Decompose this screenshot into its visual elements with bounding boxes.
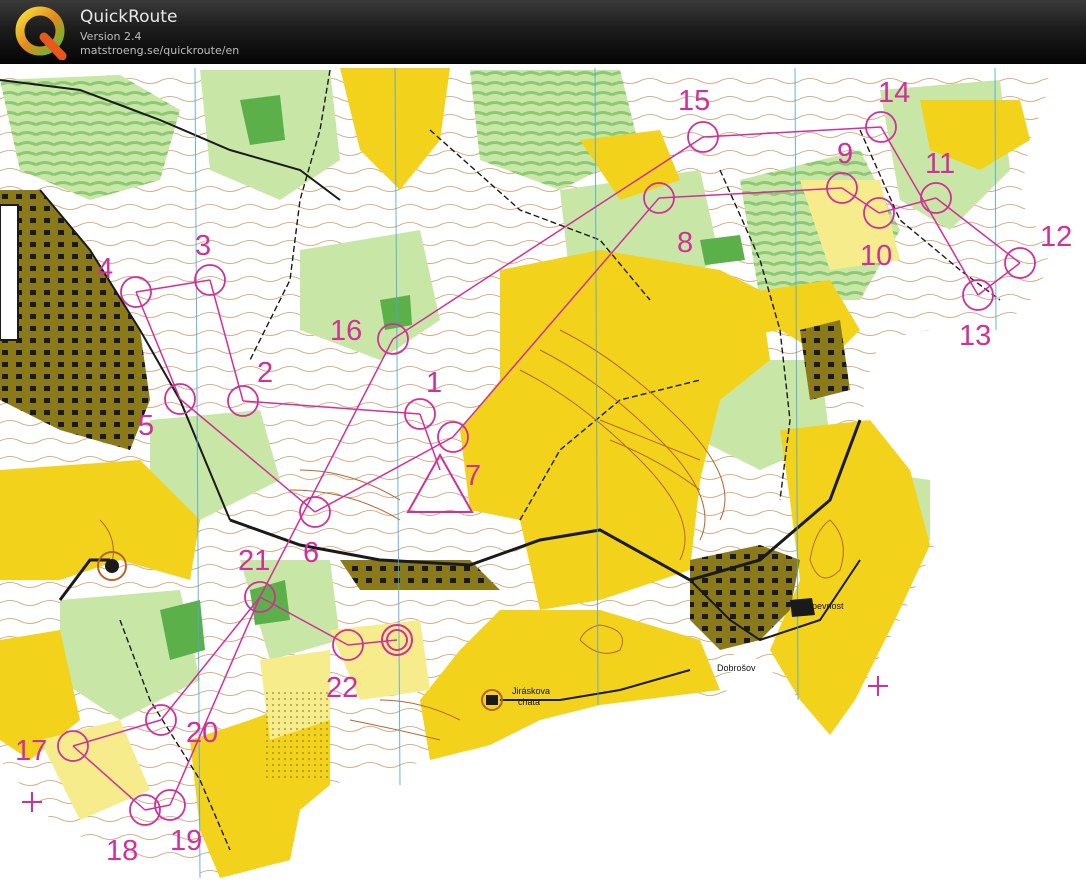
control-number-11: 11	[925, 148, 955, 180]
control-number-1: 1	[426, 367, 442, 399]
control-number-20: 20	[186, 717, 218, 749]
control-number-15: 15	[678, 85, 710, 117]
app-version: Version 2.4	[80, 30, 142, 43]
control-number-18: 18	[106, 835, 138, 867]
control-number-12: 12	[1040, 221, 1072, 253]
control-number-7: 7	[465, 460, 481, 492]
quickroute-logo	[15, 6, 67, 60]
control-number-19: 19	[170, 825, 202, 857]
control-number-9: 9	[837, 138, 853, 170]
place-name-chata-2: chata	[518, 697, 540, 707]
control-number-13: 13	[959, 320, 991, 352]
control-number-4: 4	[97, 253, 113, 285]
control-number-3: 3	[195, 230, 211, 262]
place-name-fortress: pevnost	[812, 601, 844, 611]
control-number-10: 10	[860, 240, 892, 272]
control-number-14: 14	[878, 77, 910, 109]
orienteering-map[interactable]: Jiráskova chata Dobrošov pevnost 1 2 3 4…	[0, 64, 1086, 886]
control-number-22: 22	[326, 672, 358, 704]
control-number-16: 16	[330, 315, 362, 347]
place-name-village: Dobrošov	[717, 663, 756, 673]
control-number-17: 17	[15, 735, 47, 767]
control-number-6: 6	[303, 537, 319, 569]
rough-open-dots	[262, 690, 332, 780]
app-url[interactable]: matstroeng.se/quickroute/en	[80, 44, 239, 57]
control-number-21: 21	[238, 545, 270, 577]
app-header: QuickRoute Version 2.4 matstroeng.se/qui…	[0, 0, 1086, 64]
app-title: QuickRoute	[80, 7, 178, 27]
control-number-2: 2	[257, 357, 273, 389]
control-number-8: 8	[677, 227, 693, 259]
place-name-chata-1: Jiráskova	[512, 686, 550, 696]
control-number-5: 5	[138, 410, 154, 442]
